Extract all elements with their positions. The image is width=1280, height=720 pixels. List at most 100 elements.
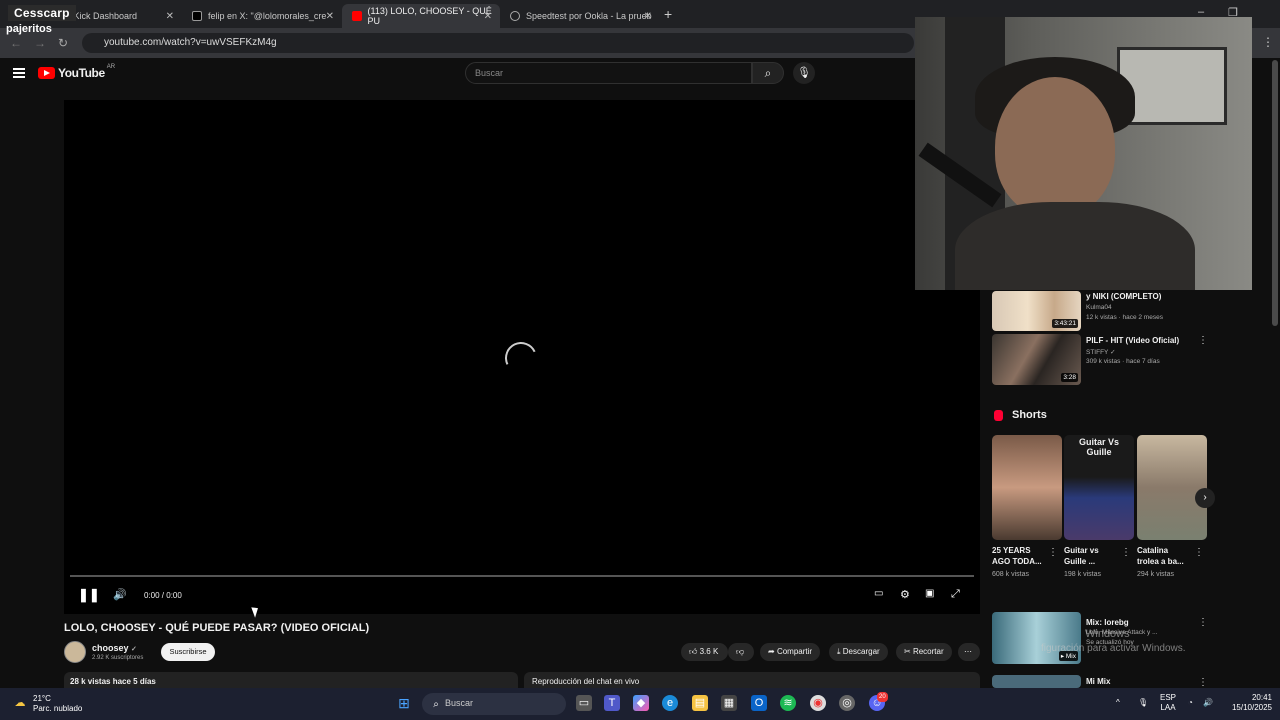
short-title[interactable]: Catalina trolea a ba... <box>1137 545 1187 567</box>
video-title: LOLO, CHOOSEY - QUÉ PUEDE PASAR? (VIDEO … <box>64 622 370 634</box>
taskbar-search-label: Buscar <box>445 698 474 708</box>
subscriber-count: 2.92 K suscriptores <box>92 655 144 661</box>
app-icon[interactable]: ◎ <box>839 695 855 711</box>
like-count: 3.6 K <box>699 647 719 656</box>
short-thumbnail[interactable]: Guitar Vs Guille <box>1064 435 1134 540</box>
close-icon[interactable]: ✕ <box>326 11 334 22</box>
country-code: AR <box>106 64 116 70</box>
close-icon[interactable]: ✕ <box>484 11 492 22</box>
more-options-icon[interactable]: ⋮ <box>1194 547 1204 558</box>
tab-speedtest[interactable]: Speedtest por Ookla - La prueb ✕ <box>500 4 660 28</box>
volume-tray-icon[interactable]: 🔊 <box>1203 698 1213 708</box>
channel-avatar[interactable] <box>64 641 86 663</box>
search-input[interactable]: Buscar <box>465 62 752 84</box>
short-overlay-text: Guitar Vs Guille <box>1078 437 1119 457</box>
tray-chevron-icon[interactable]: ^ <box>1116 698 1120 708</box>
theater-mode-icon[interactable]: ▣ <box>925 588 934 599</box>
video-title[interactable]: PILF - HIT (Video Oficial) <box>1086 336 1179 346</box>
tab-x-post[interactable]: felip en X: "@lolomorales_cre ✕ <box>182 4 342 28</box>
settings-gear-icon[interactable]: ⚙ <box>900 588 910 601</box>
subscribe-button[interactable]: Suscribirse <box>161 643 215 661</box>
more-options-icon[interactable]: ⋮ <box>1121 547 1131 558</box>
clock[interactable]: 20:41 15/10/2025 <box>1220 693 1272 713</box>
fullscreen-icon[interactable]: ⤢ <box>951 588 960 601</box>
more-options-icon[interactable]: ⋮ <box>1198 335 1208 346</box>
close-icon[interactable]: ✕ <box>166 11 174 22</box>
tab-label: felip en X: "@lolomorales_cre <box>208 11 327 21</box>
scrollbar[interactable] <box>1272 60 1278 326</box>
verified-icon: ✓ <box>1110 349 1116 356</box>
reload-icon[interactable]: ↻ <box>58 36 68 50</box>
more-options-icon[interactable]: ⋮ <box>1198 617 1208 628</box>
short-views: 608 k vistas <box>992 571 1029 578</box>
video-meta: 12 k vistas · hace 2 meses <box>1086 314 1163 321</box>
weather-widget[interactable]: 21°C Parc. nublado <box>33 694 82 714</box>
next-arrow-button[interactable]: › <box>1195 488 1215 508</box>
clock-time: 20:41 <box>1251 693 1272 702</box>
clip-button[interactable]: ✂ Recortar <box>896 643 952 661</box>
outlook-icon[interactable]: O <box>751 695 767 711</box>
tab-youtube[interactable]: (113) LOLO, CHOOSEY - QUÉ PU ✕ <box>342 4 500 28</box>
store-icon[interactable]: ▦ <box>721 695 737 711</box>
streamer-name: Cesscarp <box>8 5 76 21</box>
video-title[interactable]: y NIKI (COMPLETO) <box>1086 292 1161 302</box>
voice-search-button[interactable]: 🎙 <box>793 62 815 84</box>
short-title[interactable]: 25 YEARS AGO TODA... <box>992 545 1042 567</box>
tab-label: - Kick Dashboard <box>68 11 138 21</box>
back-icon[interactable]: ← <box>10 36 22 50</box>
edge-icon[interactable]: e <box>662 695 678 711</box>
url-field[interactable]: youtube.com/watch?v=uwVSEFKzM4g <box>82 33 914 53</box>
new-tab-button[interactable]: + <box>664 6 672 22</box>
mix-thumbnail[interactable] <box>992 675 1081 688</box>
task-view-icon[interactable]: ▭ <box>576 695 592 711</box>
search-button[interactable]: ⌕ <box>752 62 784 84</box>
subtitles-icon[interactable]: ▭ <box>874 588 883 599</box>
more-options-icon[interactable]: ⋮ <box>1048 547 1058 558</box>
tab-label: (113) LOLO, CHOOSEY - QUÉ PU <box>367 6 492 26</box>
teams-icon[interactable]: T <box>604 695 620 711</box>
clip-label: Recortar <box>912 647 944 656</box>
channel-name[interactable]: Kulma04 <box>1086 304 1112 311</box>
close-icon[interactable]: ✕ <box>644 11 652 22</box>
search-icon: ⌕ <box>433 699 439 710</box>
dislike-button[interactable]: 👎︎ <box>728 643 754 661</box>
short-thumbnail[interactable] <box>1137 435 1207 540</box>
mix-title[interactable]: Mix: lorebg <box>1086 618 1129 628</box>
short-title[interactable]: Guitar vs Guille ... <box>1064 545 1114 567</box>
forward-icon[interactable]: → <box>34 36 46 50</box>
chrome-icon[interactable]: ◉ <box>810 695 826 711</box>
file-explorer-icon[interactable]: ▤ <box>692 695 708 711</box>
verified-icon: ✓ <box>131 646 137 653</box>
short-thumbnail[interactable] <box>992 435 1062 540</box>
video-thumbnail[interactable]: 3:28 <box>992 334 1081 385</box>
download-button[interactable]: ⤓ Descargar <box>829 643 888 661</box>
menu-icon[interactable] <box>13 68 25 78</box>
channel-name-text: choosey <box>92 643 129 653</box>
windows-start-icon[interactable]: ⊞ <box>396 695 412 711</box>
video-thumbnail[interactable]: 3:43:21 <box>992 291 1081 331</box>
channel-name-text: STIFFY <box>1086 349 1109 356</box>
webcam-overlay <box>915 17 1252 290</box>
spotify-icon[interactable]: ≋ <box>780 695 796 711</box>
more-options-icon[interactable]: ⋮ <box>1198 677 1208 688</box>
language-indicator[interactable]: ESP LAA <box>1160 693 1176 713</box>
pause-button[interactable]: ❚❚ <box>78 587 100 603</box>
copilot-icon[interactable]: ◆ <box>633 695 649 711</box>
browser-menu-icon[interactable]: ⋮ <box>1262 35 1274 49</box>
mix-thumbnail[interactable]: ▸ Mix <box>992 612 1081 664</box>
like-button[interactable]: 👍︎ 3.6 K <box>681 643 728 661</box>
mix-title[interactable]: Mi Mix <box>1086 677 1110 687</box>
mic-tray-icon[interactable]: 🎙 <box>1138 698 1148 708</box>
channel-name[interactable]: STIFFY ✓ <box>1086 348 1116 356</box>
shorts-heading: Shorts <box>994 409 1047 421</box>
channel-name[interactable]: choosey ✓ <box>92 643 137 653</box>
progress-bar[interactable] <box>70 575 974 577</box>
share-button[interactable]: ➦ Compartir <box>760 643 821 661</box>
weather-icon[interactable]: ☁ <box>12 695 28 711</box>
wifi-icon[interactable]: ◔ <box>1188 698 1193 708</box>
duration-badge: 3:28 <box>1061 373 1078 382</box>
youtube-logo[interactable]: YouTube AR <box>38 64 116 80</box>
windows-activation-text: figuración para activar Windows. <box>1041 643 1186 654</box>
volume-icon[interactable]: 🔊 <box>113 588 127 601</box>
more-actions-button[interactable]: ⋯ <box>958 643 980 661</box>
